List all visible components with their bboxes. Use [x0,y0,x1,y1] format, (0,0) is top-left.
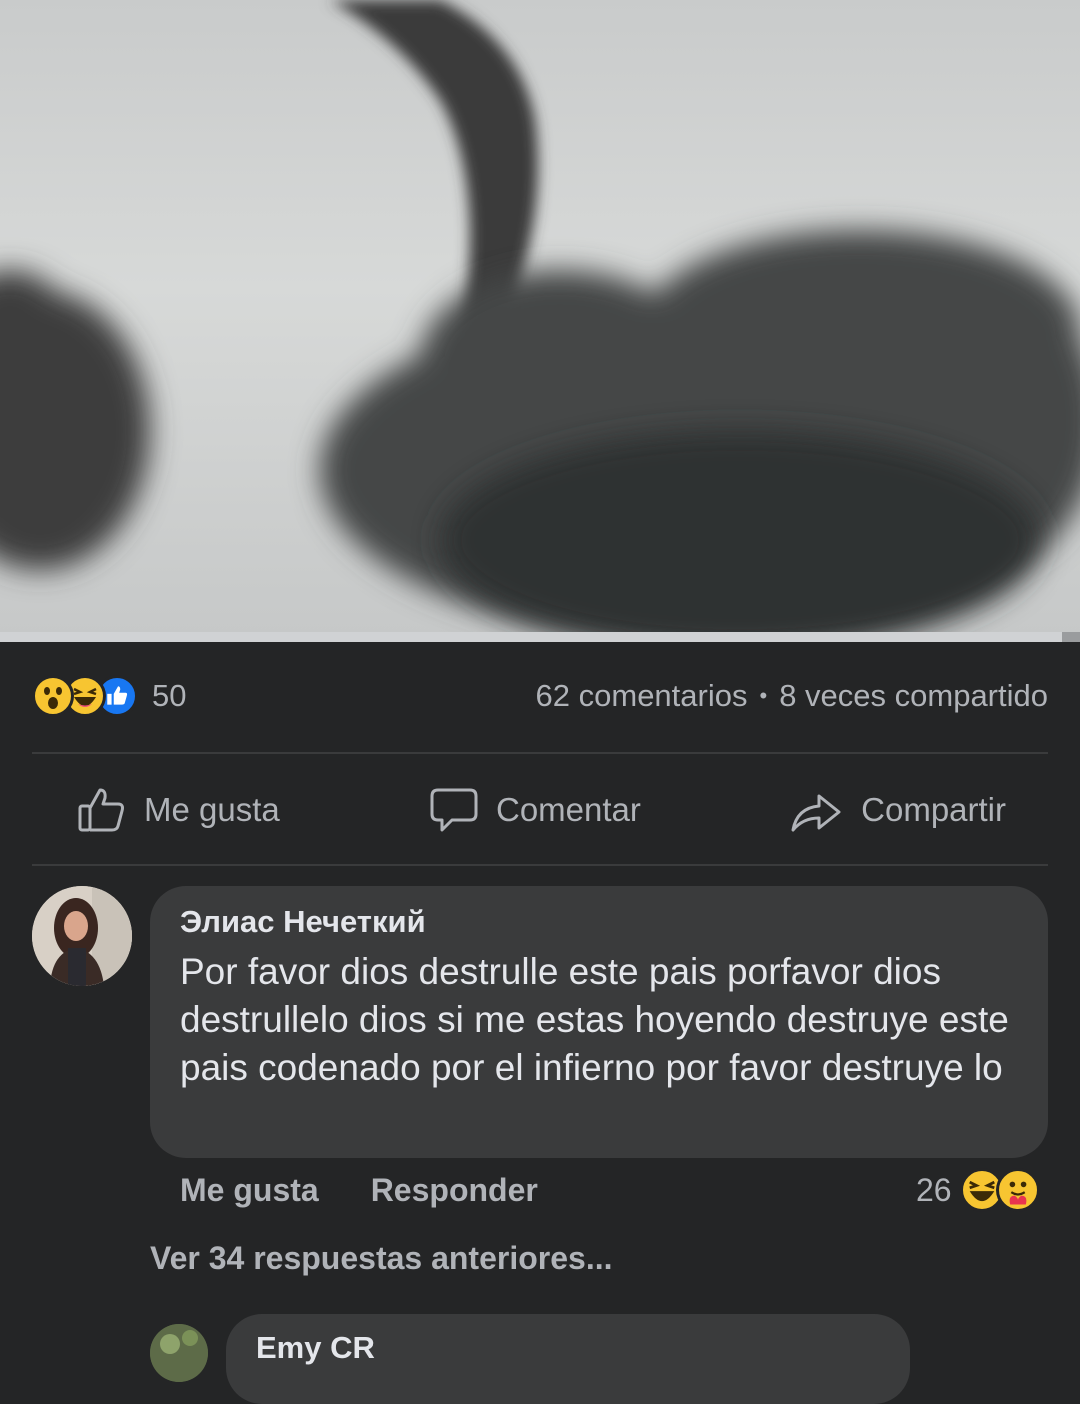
reactions-summary[interactable]: 50 [32,675,186,717]
avatar-image [150,1324,208,1382]
video-progress-bar[interactable] [0,632,1080,642]
divider [32,864,1048,866]
post-summary: 50 62 comentarios • 8 veces compartido [32,666,1048,726]
comment-button-label: Comentar [496,791,641,828]
post-action-bar: Me gusta Comentar Compartir [32,756,1048,864]
comment-author[interactable]: Элиас Нечеткий [180,904,1018,940]
post-stats: 62 comentarios • 8 veces compartido [536,678,1048,714]
comment-reactions[interactable]: 26 [916,1168,1040,1212]
tornado-photo [0,0,1080,640]
comment-text: Por favor dios destrulle este pais porfa… [180,951,1009,1088]
reply-avatar[interactable] [150,1324,208,1382]
care-reaction-icon [995,1168,1040,1212]
like-button[interactable]: Me gusta [76,784,280,836]
post-video[interactable] [0,0,1080,640]
commenter-avatar[interactable] [32,886,132,986]
comment-like-button[interactable]: Me gusta [180,1172,319,1209]
avatar-image [32,886,132,986]
comment-reply-button[interactable]: Responder [371,1172,538,1209]
comment-actions: Me gusta Responder [180,1172,590,1209]
video-progress-end [1062,632,1080,642]
reaction-count: 50 [152,678,187,713]
like-button-label: Me gusta [144,791,280,828]
divider [32,752,1048,754]
reply-bubble: Emy CR [226,1314,910,1404]
comment-button[interactable]: Comentar [428,784,641,836]
wow-reaction-icon [32,675,74,717]
comment-bubble-icon [430,788,478,832]
comment-bubble: Элиас Нечеткий Por favor dios destrulle … [150,886,1048,1158]
comments-count-link[interactable]: 62 comentarios [536,678,748,714]
view-more-replies-link[interactable]: Ver 34 respuestas anteriores... [150,1240,612,1277]
stats-separator: • [759,683,768,708]
share-button[interactable]: Compartir [789,784,1006,836]
comment-reaction-count: 26 [916,1171,952,1208]
share-arrow-icon [791,794,841,832]
thumbs-up-icon [78,788,124,832]
share-button-label: Compartir [861,791,1006,828]
reply-author[interactable]: Emy CR [256,1330,880,1366]
shares-count-link[interactable]: 8 veces compartido [779,678,1048,714]
